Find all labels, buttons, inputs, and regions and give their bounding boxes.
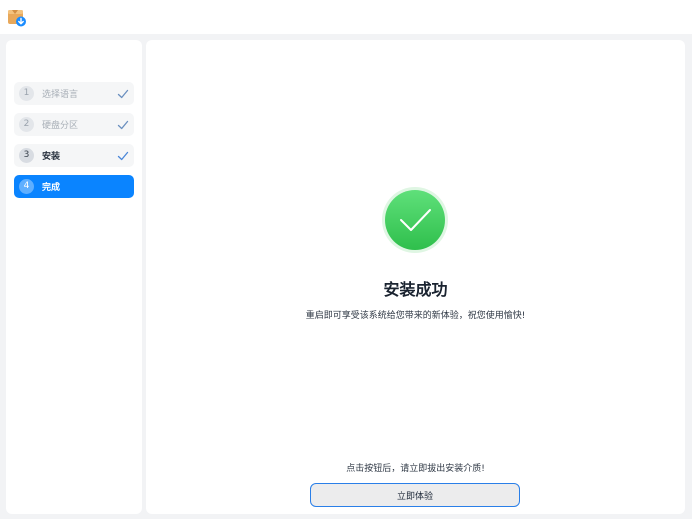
page-title: 安装成功	[383, 280, 448, 299]
step-number: 4	[19, 179, 34, 194]
checkmark-icon	[117, 120, 129, 129]
step-label: 硬盘分区	[42, 121, 79, 131]
step-number: 3	[19, 148, 34, 163]
main-panel: 安装成功 重启即可享受该系统给您带来的新体验，祝您使用愉快! 点击按钮后，请立即…	[146, 40, 685, 514]
step-label: 安装	[42, 152, 61, 162]
step-item-disk-partition: 2 硬盘分区	[14, 113, 134, 136]
step-item-install: 3 安装	[14, 144, 134, 167]
step-item-finish: 4 完成	[14, 175, 134, 198]
remove-media-hint: 点击按钮后，请立即拔出安装介质!	[346, 464, 485, 474]
installer-box-download-icon	[8, 10, 26, 27]
step-number: 1	[19, 86, 34, 101]
step-item-select-language: 1 选择语言	[14, 82, 134, 105]
success-check-circle-icon	[382, 187, 448, 253]
checkmark-icon	[117, 151, 129, 160]
step-sidebar: 1 选择语言 2 硬盘分区 3 安装 4 完成	[6, 40, 142, 514]
success-description: 重启即可享受该系统给您带来的新体验，祝您使用愉快!	[305, 311, 526, 321]
step-number: 2	[19, 117, 34, 132]
step-label: 选择语言	[42, 90, 79, 100]
step-label: 完成	[42, 183, 61, 193]
experience-now-button[interactable]: 立即体验	[310, 483, 520, 507]
checkmark-icon	[117, 89, 129, 98]
title-bar	[0, 0, 692, 34]
